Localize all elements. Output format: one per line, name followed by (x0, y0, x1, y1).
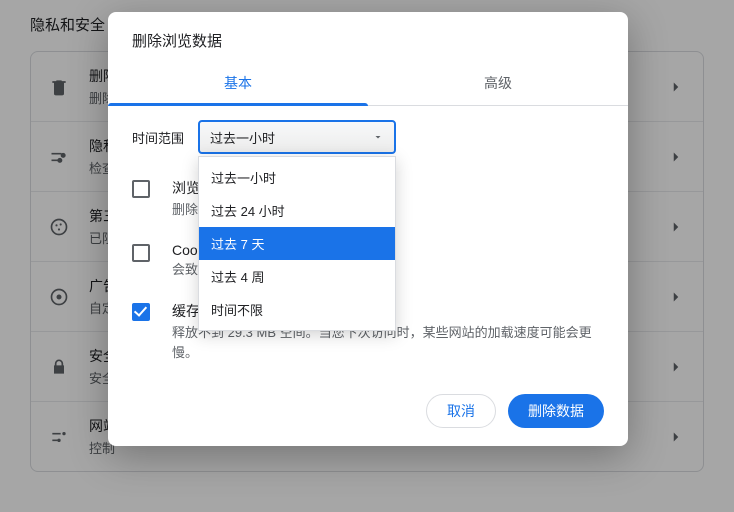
time-range-row: 时间范围 过去一小时 过去一小时 过去 24 小时 过去 7 天 过去 4 周 … (132, 120, 604, 154)
time-range-select[interactable]: 过去一小时 (198, 120, 396, 154)
checkbox-cookies[interactable] (132, 244, 150, 262)
dropdown-item[interactable]: 过去一小时 (199, 161, 395, 194)
dialog-title: 删除浏览数据 (108, 12, 628, 63)
checkbox-browsing-history[interactable] (132, 180, 150, 198)
dropdown-item[interactable]: 过去 4 周 (199, 260, 395, 293)
dialog-tabs: 基本 高级 (108, 63, 628, 106)
caret-down-icon (372, 131, 384, 143)
select-value: 过去一小时 (210, 128, 275, 147)
checkbox-cached-images[interactable] (132, 303, 150, 321)
time-range-select-wrap: 过去一小时 过去一小时 过去 24 小时 过去 7 天 过去 4 周 时间不限 (198, 120, 396, 154)
dropdown-item[interactable]: 过去 7 天 (199, 227, 395, 260)
tab-basic[interactable]: 基本 (108, 63, 368, 105)
delete-data-button[interactable]: 删除数据 (508, 394, 604, 428)
tab-advanced[interactable]: 高级 (368, 63, 628, 105)
clear-browsing-data-dialog: 删除浏览数据 基本 高级 时间范围 过去一小时 过去一小时 过去 24 小时 过… (108, 12, 628, 446)
time-range-dropdown: 过去一小时 过去 24 小时 过去 7 天 过去 4 周 时间不限 (198, 156, 396, 331)
dropdown-item[interactable]: 时间不限 (199, 293, 395, 326)
dialog-actions: 取消 删除数据 (108, 384, 628, 428)
cancel-button[interactable]: 取消 (426, 394, 496, 428)
dialog-body: 时间范围 过去一小时 过去一小时 过去 24 小时 过去 7 天 过去 4 周 … (108, 106, 628, 384)
time-range-label: 时间范围 (132, 128, 198, 147)
dropdown-item[interactable]: 过去 24 小时 (199, 194, 395, 227)
